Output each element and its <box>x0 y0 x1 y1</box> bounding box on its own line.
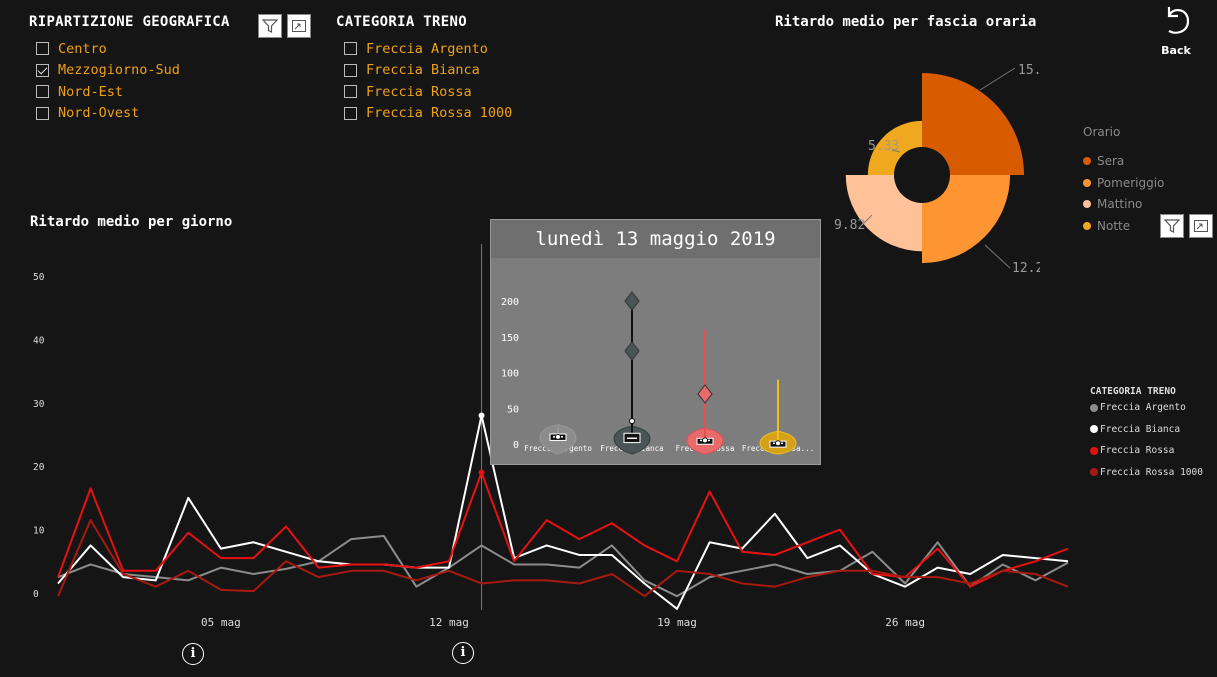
violin-outlier-marker <box>624 291 640 311</box>
legend-marker <box>1090 425 1098 433</box>
category-legend-item-freccia-bianca[interactable]: Freccia Bianca <box>1090 424 1180 435</box>
violin-chart: 050100150200Freccia Argento Freccia Bianc… <box>501 291 814 455</box>
y-tick-label: 0 <box>33 589 39 600</box>
category-legend-title: CATEGORIA TRENO <box>1090 386 1176 397</box>
legend-label: Freccia Bianca <box>1100 423 1181 435</box>
violin-mean-point <box>629 418 635 425</box>
y-tick-label: 20 <box>33 462 45 473</box>
violin-y-tick-label: 150 <box>501 333 519 344</box>
y-tick-label: 10 <box>33 526 45 537</box>
info-icon[interactable]: i <box>182 643 204 665</box>
category-legend-item-freccia-rossa-1000[interactable]: Freccia Rossa 1000 <box>1090 467 1203 478</box>
x-tick-label: 19 mag <box>657 616 697 629</box>
y-tick-label: 40 <box>33 335 45 346</box>
hover-point <box>478 412 485 419</box>
info-icon[interactable]: i <box>452 642 474 664</box>
tooltip-title: lunedì 13 maggio 2019 <box>491 220 820 258</box>
category-legend-item-freccia-rossa[interactable]: Freccia Rossa <box>1090 445 1174 456</box>
violin-y-tick-label: 100 <box>501 369 519 380</box>
legend-label: Freccia Argento <box>1100 402 1186 413</box>
violin-outlier-marker <box>697 384 713 404</box>
category-legend-item-freccia-argento[interactable]: Freccia Argento <box>1090 402 1186 413</box>
violin-mean-point <box>702 437 708 444</box>
legend-label: Freccia Rossa <box>1100 445 1175 456</box>
y-tick-label: 30 <box>33 399 45 410</box>
x-tick-label: 12 mag <box>429 616 469 629</box>
x-tick-label: 05 mag <box>201 616 241 629</box>
tooltip-violin-panel: lunedì 13 maggio 2019 0 50 100 150 200 Frecci… <box>490 219 821 465</box>
x-tick-label: 26 mag <box>885 616 925 629</box>
violin-y-tick-label: 200 <box>501 297 519 308</box>
legend-marker <box>1090 446 1098 455</box>
legend-label: Freccia Rossa 1000 <box>1100 466 1203 478</box>
violin-y-tick-label: 0 <box>513 440 519 451</box>
violin-y-tick-label: 50 <box>507 404 519 415</box>
violin-outlier-marker <box>624 341 640 361</box>
violin-mean-point <box>555 433 561 440</box>
legend-marker <box>1090 468 1098 476</box>
y-tick-label: 50 <box>33 272 45 283</box>
violin-mean-point <box>775 440 781 447</box>
legend-marker <box>1090 403 1098 412</box>
hover-point <box>478 469 485 476</box>
